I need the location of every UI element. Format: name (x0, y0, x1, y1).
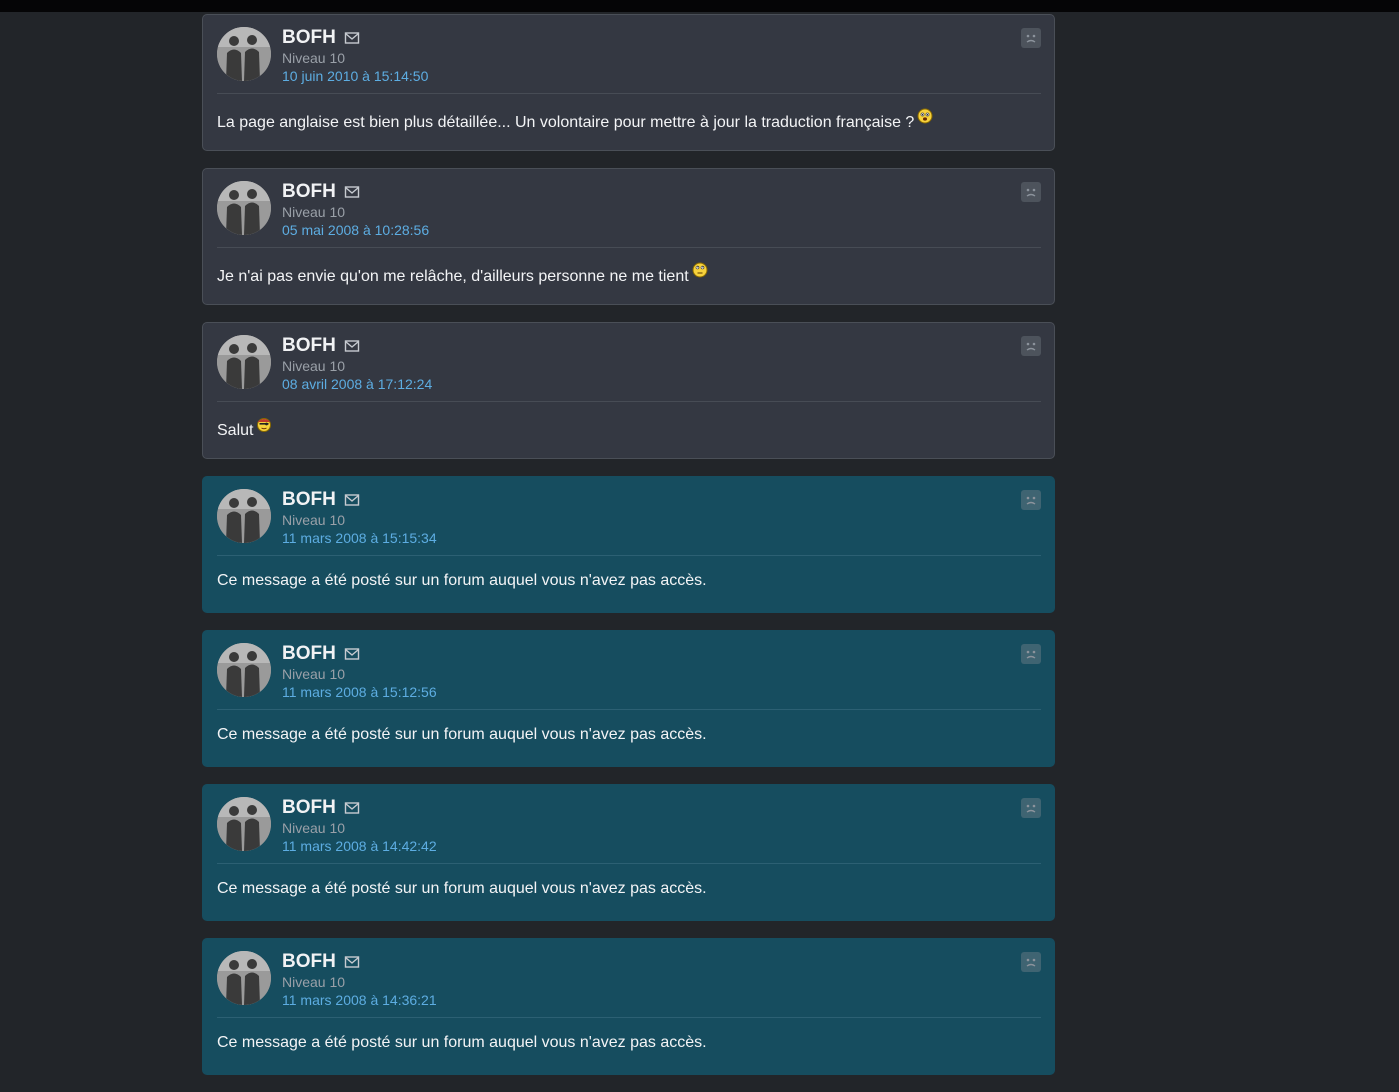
post-message-text: Ce message a été posté sur un forum auqu… (217, 880, 707, 897)
post-date-link[interactable]: 11 mars 2008 à 15:15:34 (282, 529, 437, 547)
post-message: Ce message a été posté sur un forum auqu… (217, 724, 707, 746)
post-author[interactable]: BOFH (282, 797, 336, 819)
post-author[interactable]: BOFH (282, 951, 336, 973)
post-author[interactable]: BOFH (282, 643, 336, 665)
mail-icon[interactable] (344, 185, 360, 199)
avatar[interactable] (217, 797, 271, 851)
forum-post-restricted: BOFH Niveau 10 11 mars 2008 à 15:12:56 C… (202, 630, 1055, 767)
post-date-link[interactable]: 05 mai 2008 à 10:28:56 (282, 221, 429, 239)
forum-post: BOFH Niveau 10 10 juin 2010 à 15:14:50 L… (202, 14, 1055, 151)
avatar[interactable] (217, 951, 271, 1005)
forum-post-restricted: BOFH Niveau 10 11 mars 2008 à 14:36:21 C… (202, 938, 1055, 1075)
report-icon[interactable] (1021, 28, 1041, 48)
post-message: Ce message a été posté sur un forum auqu… (217, 1032, 707, 1054)
smiley-cool-icon (917, 108, 933, 124)
report-icon[interactable] (1021, 336, 1041, 356)
post-message: Je n'ai pas envie qu'on me relâche, d'ai… (217, 262, 708, 288)
post-author-level: Niveau 10 (282, 666, 346, 682)
post-date-link[interactable]: 10 juin 2010 à 15:14:50 (282, 67, 428, 85)
post-date-link[interactable]: 11 mars 2008 à 15:12:56 (282, 683, 437, 701)
post-author-level: Niveau 10 (282, 50, 346, 66)
mail-icon[interactable] (344, 493, 360, 507)
post-author-level: Niveau 10 (282, 820, 346, 836)
post-author[interactable]: BOFH (282, 27, 336, 49)
post-divider (217, 401, 1041, 402)
mail-icon[interactable] (344, 31, 360, 45)
top-bar (0, 0, 1399, 12)
report-icon[interactable] (1021, 798, 1041, 818)
post-message-text: Ce message a été posté sur un forum auqu… (217, 1034, 707, 1051)
post-divider (217, 1017, 1041, 1018)
mail-icon[interactable] (344, 801, 360, 815)
post-date-link[interactable]: 11 mars 2008 à 14:42:42 (282, 837, 437, 855)
post-message: Salut (217, 416, 272, 442)
post-author-level: Niveau 10 (282, 204, 346, 220)
post-divider (217, 247, 1041, 248)
post-message-text: Ce message a été posté sur un forum auqu… (217, 726, 707, 743)
post-message-text: Ce message a été posté sur un forum auqu… (217, 572, 707, 589)
post-message: La page anglaise est bien plus détaillée… (217, 108, 933, 134)
post-message-text: Salut (217, 422, 254, 439)
avatar[interactable] (217, 27, 271, 81)
post-author-level: Niveau 10 (282, 512, 346, 528)
post-divider (217, 863, 1041, 864)
report-icon[interactable] (1021, 182, 1041, 202)
post-message: Ce message a été posté sur un forum auqu… (217, 878, 707, 900)
mail-icon[interactable] (344, 647, 360, 661)
forum-post-restricted: BOFH Niveau 10 11 mars 2008 à 15:15:34 C… (202, 476, 1055, 613)
post-author-level: Niveau 10 (282, 974, 346, 990)
post-divider (217, 93, 1041, 94)
smiley-eyeroll-icon (692, 262, 708, 278)
forum-post-restricted: BOFH Niveau 10 11 mars 2008 à 14:42:42 C… (202, 784, 1055, 921)
smiley-pirate-icon (256, 416, 272, 432)
avatar[interactable] (217, 181, 271, 235)
post-date-link[interactable]: 11 mars 2008 à 14:36:21 (282, 991, 437, 1009)
forum-post: BOFH Niveau 10 08 avril 2008 à 17:12:24 … (202, 322, 1055, 459)
post-divider (217, 709, 1041, 710)
post-message-text: La page anglaise est bien plus détaillée… (217, 114, 915, 131)
post-divider (217, 555, 1041, 556)
post-message: Ce message a été posté sur un forum auqu… (217, 570, 707, 592)
post-author-level: Niveau 10 (282, 358, 346, 374)
report-icon[interactable] (1021, 644, 1041, 664)
post-author[interactable]: BOFH (282, 181, 336, 203)
post-author[interactable]: BOFH (282, 489, 336, 511)
mail-icon[interactable] (344, 339, 360, 353)
post-list: BOFH Niveau 10 10 juin 2010 à 15:14:50 L… (202, 14, 1055, 1092)
post-author[interactable]: BOFH (282, 335, 336, 357)
avatar[interactable] (217, 643, 271, 697)
report-icon[interactable] (1021, 490, 1041, 510)
post-date-link[interactable]: 08 avril 2008 à 17:12:24 (282, 375, 432, 393)
avatar[interactable] (217, 489, 271, 543)
avatar[interactable] (217, 335, 271, 389)
mail-icon[interactable] (344, 955, 360, 969)
post-message-text: Je n'ai pas envie qu'on me relâche, d'ai… (217, 268, 689, 285)
forum-post: BOFH Niveau 10 05 mai 2008 à 10:28:56 Je… (202, 168, 1055, 305)
report-icon[interactable] (1021, 952, 1041, 972)
